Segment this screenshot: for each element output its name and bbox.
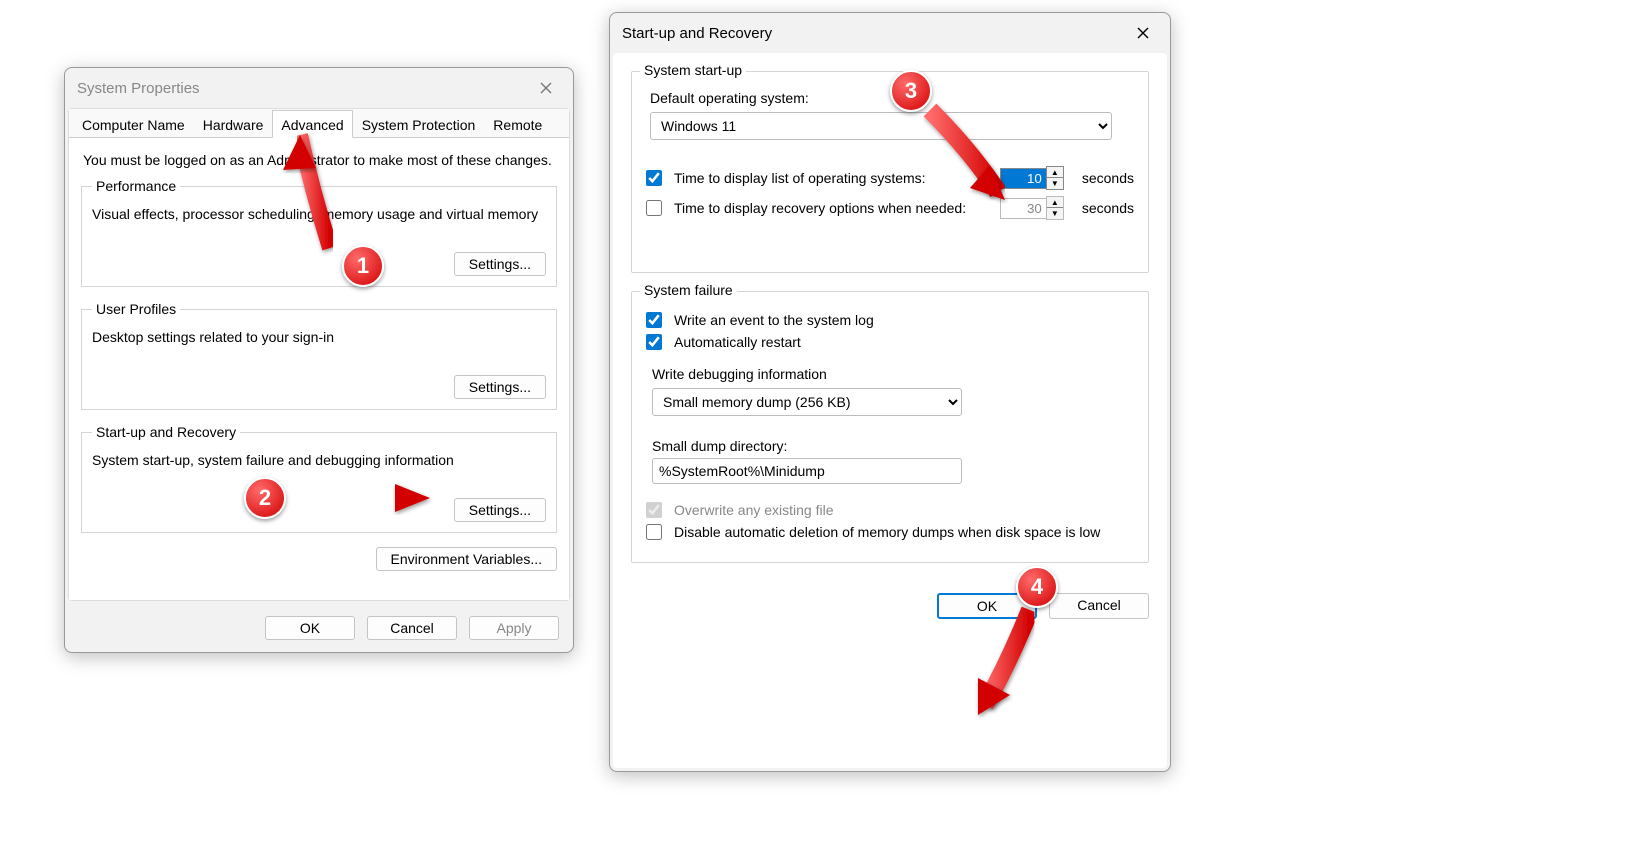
chevron-down-icon[interactable]: ▼ — [1047, 178, 1063, 189]
tab-computer-name[interactable]: Computer Name — [73, 110, 194, 138]
dialog-title: System Properties — [77, 80, 200, 97]
chevron-up-icon[interactable]: ▲ — [1047, 197, 1063, 208]
display-os-list-spinner[interactable]: ▲▼ — [1000, 166, 1064, 190]
display-recovery-label: Time to display recovery options when ne… — [674, 200, 992, 216]
disable-auto-delete-checkbox[interactable] — [646, 524, 662, 540]
auto-restart-label: Automatically restart — [674, 334, 801, 350]
startup-recovery-dialog: Start-up and Recovery System start-up De… — [609, 12, 1171, 772]
annotation-marker-1: 1 — [342, 245, 384, 287]
user-profiles-settings-button[interactable]: Settings... — [454, 375, 546, 399]
close-button[interactable] — [1124, 19, 1162, 47]
environment-variables-button[interactable]: Environment Variables... — [376, 547, 557, 571]
display-recovery-value[interactable] — [1000, 198, 1046, 219]
user-profiles-group: User Profiles Desktop settings related t… — [81, 301, 557, 410]
startup-recovery-desc: System start-up, system failure and debu… — [92, 452, 546, 468]
titlebar: System Properties — [65, 68, 573, 108]
chevron-down-icon[interactable]: ▼ — [1047, 208, 1063, 219]
tab-remote[interactable]: Remote — [484, 110, 551, 138]
seconds-label: seconds — [1082, 170, 1134, 186]
titlebar: Start-up and Recovery — [610, 13, 1170, 53]
default-os-select[interactable]: Windows 11 — [650, 112, 1112, 140]
apply-button[interactable]: Apply — [469, 616, 559, 640]
ok-button[interactable]: OK — [265, 616, 355, 640]
display-os-list-label: Time to display list of operating system… — [674, 170, 992, 186]
tab-advanced[interactable]: Advanced — [272, 110, 352, 138]
admin-note: You must be logged on as an Administrato… — [83, 152, 557, 168]
annotation-marker-2: 2 — [244, 477, 286, 519]
system-failure-title: System failure — [640, 282, 737, 298]
display-recovery-checkbox[interactable] — [646, 200, 662, 216]
performance-settings-button[interactable]: Settings... — [454, 252, 546, 276]
tab-pane-advanced: You must be logged on as an Administrato… — [69, 138, 569, 600]
display-os-list-value[interactable] — [1000, 168, 1046, 189]
spinner-buttons[interactable]: ▲▼ — [1046, 166, 1064, 190]
startup-recovery-settings-button[interactable]: Settings... — [454, 498, 546, 522]
system-properties-dialog: System Properties Computer Name Hardware… — [64, 67, 574, 653]
dialog2-pane: System start-up Default operating system… — [613, 53, 1167, 768]
disable-auto-delete-label: Disable automatic deletion of memory dum… — [674, 524, 1100, 540]
cancel-button[interactable]: Cancel — [367, 616, 457, 640]
dialog-title: Start-up and Recovery — [622, 25, 772, 42]
display-recovery-spinner[interactable]: ▲▼ — [1000, 196, 1064, 220]
annotation-marker-4: 4 — [1016, 566, 1058, 608]
overwrite-label: Overwrite any existing file — [674, 502, 834, 518]
dialog-content: Computer Name Hardware Advanced System P… — [68, 108, 570, 601]
seconds-label: seconds — [1082, 200, 1134, 216]
user-profiles-legend: User Profiles — [92, 301, 180, 317]
auto-restart-checkbox[interactable] — [646, 334, 662, 350]
close-icon — [540, 82, 552, 94]
startup-recovery-group: Start-up and Recovery System start-up, s… — [81, 424, 557, 533]
write-event-log-label: Write an event to the system log — [674, 312, 874, 328]
write-event-log-checkbox[interactable] — [646, 312, 662, 328]
user-profiles-desc: Desktop settings related to your sign-in — [92, 329, 546, 345]
close-icon — [1137, 27, 1149, 39]
performance-legend: Performance — [92, 178, 180, 194]
write-debug-label: Write debugging information — [652, 366, 1134, 382]
system-failure-group: System failure Write an event to the sys… — [631, 291, 1149, 563]
dump-dir-label: Small dump directory: — [652, 438, 1134, 454]
system-startup-group: System start-up Default operating system… — [631, 71, 1149, 273]
dump-dir-input[interactable] — [652, 458, 962, 484]
display-os-list-checkbox[interactable] — [646, 170, 662, 186]
chevron-up-icon[interactable]: ▲ — [1047, 167, 1063, 178]
tab-system-protection[interactable]: System Protection — [353, 110, 485, 138]
spinner-buttons[interactable]: ▲▼ — [1046, 196, 1064, 220]
tab-hardware[interactable]: Hardware — [194, 110, 273, 138]
performance-group: Performance Visual effects, processor sc… — [81, 178, 557, 287]
close-button[interactable] — [527, 74, 565, 102]
cancel-button[interactable]: Cancel — [1049, 593, 1149, 619]
overwrite-checkbox — [646, 502, 662, 518]
dialog1-button-row: OK Cancel Apply — [65, 604, 573, 652]
annotation-marker-3: 3 — [890, 70, 932, 112]
startup-recovery-legend: Start-up and Recovery — [92, 424, 240, 440]
dialog2-button-row: OK Cancel — [631, 587, 1149, 619]
write-debug-select[interactable]: Small memory dump (256 KB) — [652, 388, 962, 416]
tabs: Computer Name Hardware Advanced System P… — [69, 109, 569, 138]
performance-desc: Visual effects, processor scheduling, me… — [92, 206, 546, 222]
system-startup-title: System start-up — [640, 62, 746, 78]
